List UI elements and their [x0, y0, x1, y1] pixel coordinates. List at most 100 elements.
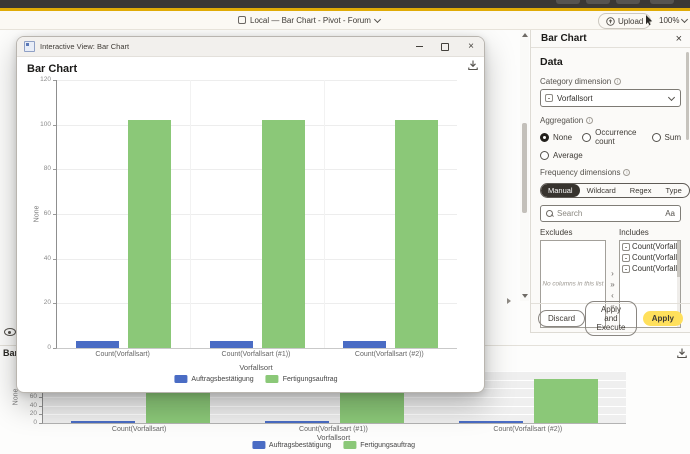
- y-tick-mark: [39, 414, 42, 415]
- y-tick-mark: [39, 406, 42, 407]
- panel-footer: Discard Apply and Execute Apply: [531, 303, 690, 332]
- bar-auftragsbestaetigung[interactable]: [459, 421, 523, 424]
- y-axis-tick: 120: [25, 76, 51, 83]
- scrollbar-thumb[interactable]: [522, 123, 527, 213]
- bar-fertigungsauftrag[interactable]: [128, 120, 171, 348]
- eye-icon[interactable]: [4, 328, 16, 336]
- search-placeholder: Search: [557, 209, 661, 218]
- scroll-down-arrow[interactable]: [522, 294, 528, 298]
- bar-auftragsbestaetigung[interactable]: [343, 341, 386, 348]
- bar-auftragsbestaetigung[interactable]: [265, 421, 329, 424]
- y-axis-tick: 0: [25, 344, 51, 351]
- bar-auftragsbestaetigung[interactable]: [76, 341, 119, 348]
- discard-button[interactable]: Discard: [538, 310, 585, 327]
- gridline-vertical: [190, 80, 191, 348]
- y-axis-title: None: [34, 206, 41, 223]
- includes-item[interactable]: Count(Vorfallsart): [620, 241, 680, 252]
- dialog-bar-chart: Count(Vorfallsart)Count(Vorfallsart (#1)…: [17, 37, 484, 392]
- y-axis-tick: 80: [25, 165, 51, 172]
- y-axis-tick: 20: [25, 299, 51, 306]
- legend-swatch: [174, 375, 187, 383]
- legend-label: Fertigungsauftrag: [360, 442, 415, 449]
- workflow-tab[interactable]: Local — Bar Chart - Pivot - Forum: [238, 11, 380, 29]
- radio-icon: [582, 133, 591, 142]
- y-tick-mark: [53, 125, 56, 126]
- legend: Auftragsbestätigung Fertigungsauftrag: [174, 375, 337, 383]
- excludes-label: Excludes: [540, 228, 606, 237]
- legend-label: Auftragsbestätigung: [269, 442, 331, 449]
- workflow-icon: [238, 16, 246, 24]
- tab-type[interactable]: Type: [658, 184, 688, 197]
- config-panel: Bar Chart × Data Category dimension i Vo…: [530, 30, 690, 333]
- includes-item[interactable]: Count(Vorfallsart (#2)): [620, 263, 680, 274]
- radio-icon: [540, 151, 549, 160]
- bar-fertigungsauftrag[interactable]: [262, 120, 305, 348]
- download-icon[interactable]: [676, 347, 688, 359]
- y-tick-mark: [53, 348, 56, 349]
- scroll-up-arrow[interactable]: [522, 33, 528, 37]
- category-dimension-select[interactable]: Vorfallsort: [540, 89, 681, 107]
- app-toolbar: Local — Bar Chart - Pivot - Forum Upload…: [0, 11, 690, 30]
- column-type-icon: [622, 265, 630, 273]
- bar-auftragsbestaetigung[interactable]: [210, 341, 253, 348]
- radio-occurrence-count[interactable]: Occurrence count: [582, 128, 641, 146]
- legend-label: Fertigungsauftrag: [283, 376, 338, 383]
- y-axis-tick: 100: [25, 121, 51, 128]
- search-input[interactable]: Search Aa: [540, 205, 681, 222]
- x-axis-label: Count(Vorfallsart): [42, 426, 236, 433]
- apply-button[interactable]: Apply: [643, 311, 683, 326]
- tab-regex[interactable]: Regex: [623, 184, 659, 197]
- legend-item[interactable]: Fertigungsauftrag: [343, 441, 415, 449]
- case-sensitive-toggle[interactable]: Aa: [665, 209, 675, 218]
- radio-sum[interactable]: Sum: [652, 133, 681, 142]
- upload-label: Upload: [618, 17, 643, 26]
- category-dimension-label: Category dimension i: [540, 77, 681, 86]
- plot-area: [56, 80, 457, 349]
- radio-none[interactable]: None: [540, 133, 572, 142]
- tab-wildcard[interactable]: Wildcard: [580, 184, 623, 197]
- move-all-right-button[interactable]: »: [610, 280, 614, 289]
- includes-item[interactable]: Count(Vorfallsart (#1)): [620, 252, 680, 263]
- close-icon[interactable]: ×: [676, 34, 682, 44]
- vertical-scrollbar[interactable]: [520, 30, 529, 301]
- zoom-level: 100%: [659, 16, 679, 25]
- bar-fertigungsauftrag[interactable]: [395, 120, 438, 348]
- category-dimension-value: Vorfallsort: [557, 94, 665, 103]
- legend-item[interactable]: Auftragsbestätigung: [174, 375, 253, 383]
- excludes-empty-text: No columns in this list: [541, 281, 605, 288]
- panel-scrollbar-thumb[interactable]: [686, 52, 689, 140]
- radio-icon: [540, 133, 549, 142]
- y-tick-mark: [39, 397, 42, 398]
- column-type-icon: [622, 243, 630, 251]
- zoom-control[interactable]: 100%: [659, 11, 687, 29]
- bar-fertigungsauftrag[interactable]: [534, 379, 598, 423]
- legend-item[interactable]: Fertigungsauftrag: [266, 375, 338, 383]
- move-right-button[interactable]: ›: [611, 269, 614, 278]
- radio-average[interactable]: Average: [540, 151, 583, 160]
- tab-manual[interactable]: Manual: [541, 184, 580, 197]
- legend-swatch: [252, 441, 265, 449]
- aggregation-label: Aggregation i: [540, 116, 681, 125]
- radio-icon: [652, 133, 661, 142]
- y-axis-tick: 40: [25, 255, 51, 262]
- legend-label: Auftragsbestätigung: [191, 376, 253, 383]
- apply-and-execute-button[interactable]: Apply and Execute: [585, 301, 637, 336]
- scroll-right-arrow[interactable]: [507, 298, 511, 304]
- upload-button[interactable]: Upload: [598, 13, 651, 29]
- legend-swatch: [266, 375, 279, 383]
- window-tab-ghost: [586, 0, 610, 4]
- column-type-icon: [545, 94, 553, 102]
- y-tick-mark: [53, 259, 56, 260]
- legend: Auftragsbestätigung Fertigungsauftrag: [252, 441, 415, 449]
- y-axis-tick: 20: [11, 410, 37, 417]
- bar-auftragsbestaetigung[interactable]: [71, 421, 135, 424]
- y-tick-mark: [53, 303, 56, 304]
- move-left-button[interactable]: ‹: [611, 291, 614, 300]
- legend-item[interactable]: Auftragsbestätigung: [252, 441, 331, 449]
- window-tab-ghost: [556, 0, 580, 4]
- includes-label: Includes: [619, 228, 681, 237]
- x-axis-label: Count(Vorfallsart (#2)): [431, 426, 625, 433]
- gridline-vertical: [324, 80, 325, 348]
- x-axis-title: Vorfallsort: [56, 363, 456, 372]
- x-axis-label: Count(Vorfallsart (#1)): [236, 426, 430, 433]
